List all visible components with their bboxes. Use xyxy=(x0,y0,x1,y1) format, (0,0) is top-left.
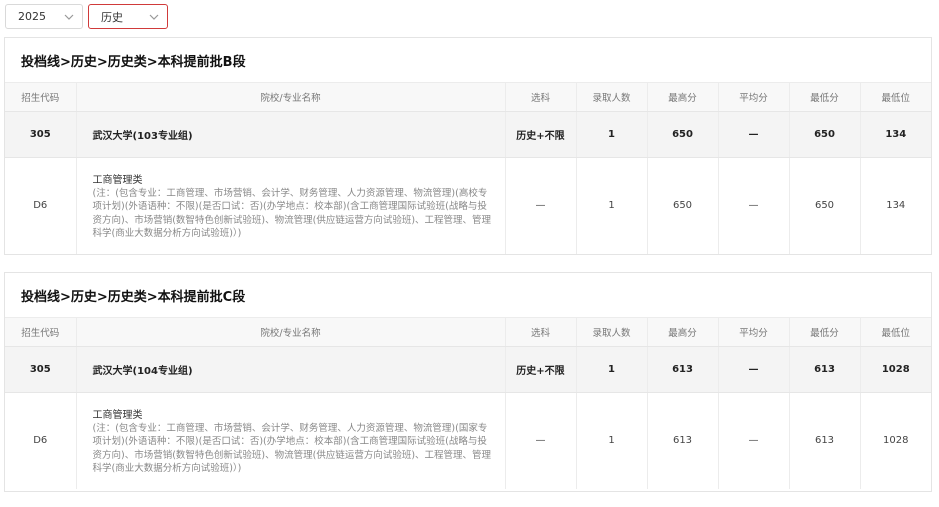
col-header-avg: 平均分 xyxy=(718,318,790,347)
major-subject-req: — xyxy=(505,157,577,254)
year-select[interactable]: 2025 xyxy=(5,4,83,29)
col-header-admitted: 录取人数 xyxy=(576,83,648,112)
major-code: D6 xyxy=(5,392,77,489)
major-min-rank: 134 xyxy=(886,200,906,212)
major-note: (注：(包含专业：工商管理、市场营销、会计学、财务管理、人力资源管理、物流管理)… xyxy=(92,422,492,475)
group-code: 305 xyxy=(5,346,77,393)
score-table: 招生代码 院校/专业名称 选科 录取人数 最高分 平均分 最低分 最低位 305… xyxy=(5,83,931,254)
score-section-card: 投档线>历史>历史类>本科提前批B段 招生代码 院校/专业名称 选科 录取人数 … xyxy=(4,37,932,255)
major-subject-req: — xyxy=(505,392,577,489)
score-table: 招生代码 院校/专业名称 选科 录取人数 最高分 平均分 最低分 最低位 305… xyxy=(5,318,931,489)
score-section-card: 投档线>历史>历史类>本科提前批C段 招生代码 院校/专业名称 选科 录取人数 … xyxy=(4,272,932,492)
table-header-row: 招生代码 院校/专业名称 选科 录取人数 最高分 平均分 最低分 最低位 xyxy=(5,83,931,112)
group-subject-req: 历史+不限 xyxy=(505,111,577,158)
major-min-score: 650 xyxy=(789,157,861,254)
col-header-code: 招生代码 xyxy=(5,83,77,112)
col-header-name: 院校/专业名称 xyxy=(76,83,506,112)
section-title: 投档线>历史>历史类>本科提前批C段 xyxy=(5,273,931,318)
group-admitted: 1 xyxy=(576,346,648,393)
major-min-score: 613 xyxy=(789,392,861,489)
group-min-score: 650 xyxy=(789,111,861,158)
major-admitted: 1 xyxy=(576,392,648,489)
table-row[interactable]: D6 工商管理类 (注：(包含专业：工商管理、市场营销、会计学、财务管理、人力资… xyxy=(5,157,931,254)
group-max-score: 650 xyxy=(647,111,719,158)
group-max-score: 613 xyxy=(647,346,719,393)
chevron-down-icon xyxy=(149,14,159,20)
col-header-min: 最低分 xyxy=(789,318,861,347)
col-header-name: 院校/专业名称 xyxy=(76,318,506,347)
major-name: 工商管理类 xyxy=(92,174,143,186)
group-admitted: 1 xyxy=(576,111,648,158)
group-min-rank: 1028 xyxy=(860,346,931,393)
table-row[interactable]: 305 武汉大学(103专业组) 历史+不限 1 650 — 650 134 xyxy=(5,111,931,158)
chevron-down-icon xyxy=(64,14,74,20)
col-header-subject: 选科 xyxy=(505,83,577,112)
major-admitted: 1 xyxy=(576,157,648,254)
subject-select[interactable]: 历史 xyxy=(88,4,168,29)
year-select-value: 2025 xyxy=(18,10,46,23)
major-avg-score: — xyxy=(718,392,790,489)
section-title: 投档线>历史>历史类>本科提前批B段 xyxy=(5,38,931,83)
major-code: D6 xyxy=(5,157,77,254)
group-code: 305 xyxy=(5,111,77,158)
table-header-row: 招生代码 院校/专业名称 选科 录取人数 最高分 平均分 最低分 最低位 xyxy=(5,318,931,347)
table-row[interactable]: 305 武汉大学(104专业组) 历史+不限 1 613 — 613 1028 xyxy=(5,346,931,393)
major-cell: 工商管理类 (注：(包含专业：工商管理、市场营销、会计学、财务管理、人力资源管理… xyxy=(76,157,506,254)
col-header-admitted: 录取人数 xyxy=(576,318,648,347)
major-cell: 工商管理类 (注：(包含专业：工商管理、市场营销、会计学、财务管理、人力资源管理… xyxy=(76,392,506,489)
group-min-rank: 134 xyxy=(860,111,931,158)
major-max-score: 613 xyxy=(647,392,719,489)
col-header-max: 最高分 xyxy=(647,83,719,112)
major-avg-score: — xyxy=(718,157,790,254)
group-subject-req: 历史+不限 xyxy=(505,346,577,393)
col-header-min-rank: 最低位 xyxy=(860,83,931,112)
col-header-avg: 平均分 xyxy=(718,83,790,112)
major-name: 工商管理类 xyxy=(92,409,143,421)
col-header-code: 招生代码 xyxy=(5,318,77,347)
col-header-min-rank: 最低位 xyxy=(860,318,931,347)
subject-select-value: 历史 xyxy=(101,10,123,24)
col-header-min: 最低分 xyxy=(789,83,861,112)
table-row[interactable]: D6 工商管理类 (注：(包含专业：工商管理、市场营销、会计学、财务管理、人力资… xyxy=(5,392,931,489)
major-min-rank: 1028 xyxy=(883,435,909,447)
group-min-score: 613 xyxy=(789,346,861,393)
col-header-subject: 选科 xyxy=(505,318,577,347)
col-header-max: 最高分 xyxy=(647,318,719,347)
major-max-score: 650 xyxy=(647,157,719,254)
major-note: (注：(包含专业：工商管理、市场营销、会计学、财务管理、人力资源管理、物流管理)… xyxy=(92,187,492,240)
group-avg-score: — xyxy=(718,346,790,393)
group-name: 武汉大学(104专业组) xyxy=(76,346,506,393)
group-avg-score: — xyxy=(718,111,790,158)
group-name: 武汉大学(103专业组) xyxy=(76,111,506,158)
